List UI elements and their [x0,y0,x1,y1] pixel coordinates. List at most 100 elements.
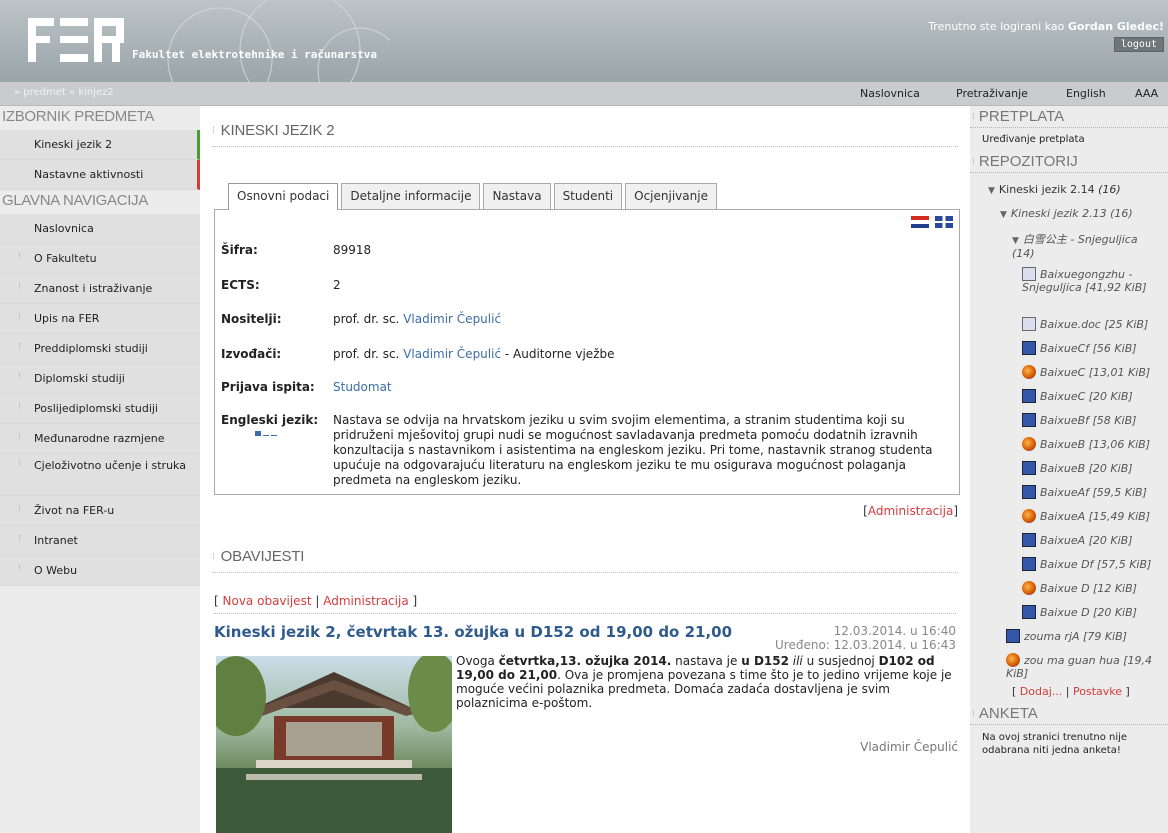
repo-root-label: Kineski jezik 2.14 [998,183,1095,196]
news-date: 12.03.2014. u 16:40 [833,624,956,638]
file-item[interactable]: BaixueC [20 KiB] [1022,389,1133,403]
file-name: BaixueCf [56 KiB] [1040,342,1137,355]
tab-osnovni-podaci[interactable]: Osnovni podaci [228,183,339,210]
breadcrumb[interactable]: » predmet » kinjez2 [14,87,114,98]
file-item[interactable]: BaixueB [13,06 KiB] [1022,437,1150,451]
sidebar-item-kineski-jezik-2[interactable]: Kineski jezik 2 [0,130,200,160]
file-item[interactable]: BaixueCf [56 KiB] [1022,341,1137,355]
chevron-right-icon: ⁝ [18,564,21,574]
file-item[interactable]: BaixueA [20 KiB] [1022,533,1133,547]
nav-pretrazivanje[interactable]: Pretraživanje [956,87,1028,100]
sidebar-item-upis[interactable]: ⁝ Upis na FER [0,304,200,334]
nav-font-size[interactable]: AAA [1135,87,1158,100]
file-name: Baixue Df [57,5 KiB] [1040,558,1152,571]
nav-english[interactable]: English [1066,87,1106,100]
field-label: Šifra: [221,243,258,257]
file-item[interactable]: Baixue.doc [25 KiB] [1022,317,1148,331]
tab-studenti[interactable]: Studenti [553,183,623,209]
tab-detaljne-informacije[interactable]: Detaljne informacije [341,183,481,209]
news-text-bold: u D152 [741,654,789,668]
sidebar-item-razmjene[interactable]: ⁝ Međunarodne razmjene [0,424,200,454]
file-name: BaixueBf [58 KiB] [1040,414,1137,427]
file-item[interactable]: BaixueC [13,01 KiB] [1022,365,1150,379]
file-name: BaixueC [20 KiB] [1040,390,1133,403]
sidebar-item-label: Život na FER-u [34,504,115,517]
file-name: Baixue.doc [25 KiB] [1040,318,1149,331]
nav-naslovnica[interactable]: Naslovnica [860,87,920,100]
english-indicator-icon [255,431,283,436]
word-icon [1022,605,1036,619]
file-item[interactable]: BaixueB [20 KiB] [1022,461,1133,475]
sidebar-item-intranet[interactable]: ⁝ Intranet [0,526,200,556]
sidebar-item-naslovnica[interactable]: Naslovnica [0,214,200,244]
word-icon [1022,485,1036,499]
postavke-link[interactable]: Postavke [1073,685,1122,698]
croatian-flag-icon[interactable] [911,215,930,228]
file-item[interactable]: zou ma guan hua [19,4 KiB] [1006,653,1166,680]
field-label: Engleski jezik: [221,413,319,427]
sidebar-item-znanost[interactable]: ⁝ Znanost i istraživanje [0,274,200,304]
news-author: Vladimir Čepulić [860,740,958,754]
studomat-link[interactable]: Studomat [333,380,392,394]
dodaj-link[interactable]: Dodaj... [1020,685,1062,698]
sidebar-item-zivot[interactable]: ⁝ Život na FER-u [0,496,200,526]
nova-obavijest-link[interactable]: Nova obavijest [223,594,312,608]
word-icon [1006,629,1020,643]
uredivanje-pretplata-link[interactable]: Uređivanje pretplata [970,128,1168,151]
word-icon [1022,533,1036,547]
uk-flag-icon[interactable] [935,215,953,228]
sidebar-item-diplomski[interactable]: ⁝ Diplomski studiji [0,364,200,394]
word-icon [1022,413,1036,427]
news-administracija-link[interactable]: Administracija [323,594,408,608]
course-menu-title: IZBORNIK PREDMETA [2,108,155,125]
sidebar-item-o-fakultetu[interactable]: ⁝ O Fakultetu [0,244,200,274]
repo-sub[interactable]: ▼ Kineski jezik 2.13 (16) [1000,207,1133,220]
tab-ocjenjivanje[interactable]: Ocjenjivanje [625,183,717,209]
pretplata-title-text: PRETPLATA [978,108,1065,125]
file-item[interactable]: Baixue Df [57,5 KiB] [1022,557,1151,571]
repo-folder[interactable]: ▼ 白雪公主 - Snjeguljica (14) [1012,231,1162,260]
course-title-text: KINESKI JEZIK 2 [220,122,335,139]
field-label: Nositelji: [221,312,282,326]
field-value: prof. dr. sc. Vladimir Čepulić - Auditor… [333,347,615,361]
sidebar-item-label: Cjeloživotno učenje i struka [34,459,186,472]
file-item[interactable]: zouma rjA [79 KiB] [1006,629,1127,643]
sidebar-item-label: O Fakultetu [34,252,97,265]
file-item[interactable]: Baixuegongzhu - Snjeguljica [41,92 KiB] [1022,267,1164,294]
teacher-link[interactable]: Vladimir Čepulić [403,312,501,326]
pretplata-title: ⁝ PRETPLATA [970,106,1168,128]
firefox-icon [1022,365,1036,379]
news-text: nastava je [671,654,742,668]
repository-tree: ▼ Kineski jezik 2.14 (16) ▼ Kineski jezik … [970,173,1168,703]
sidebar-item-label: Kineski jezik 2 [34,138,113,151]
file-item[interactable]: BaixueBf [58 KiB] [1022,413,1136,427]
administracija-label: Administracija [867,504,954,518]
fer-logo[interactable] [28,18,128,62]
logout-button[interactable]: logout [1113,37,1164,52]
sidebar-item-o-webu[interactable]: ⁝ O Webu [0,556,200,586]
chevron-right-icon: ⁝ [18,342,21,352]
teacher-link[interactable]: Vladimir Čepulić [403,347,501,361]
news-title[interactable]: Kineski jezik 2, četvrtak 13. ožujka u D… [214,623,732,641]
file-item[interactable]: Baixue D [20 KiB] [1022,605,1137,619]
sidebar-item-poslijediplomski[interactable]: ⁝ Poslijediplomski studiji [0,394,200,424]
title-prefix: prof. dr. sc. [333,312,400,326]
news-image [216,656,452,833]
repo-root[interactable]: ▼ Kineski jezik 2.14 (16) [988,183,1121,196]
logo-subtitle: Fakultet elektrotehnike i računarstva [132,48,378,61]
english-description: Nastava se odvija na hrvatskom jeziku u … [333,413,933,487]
tab-nastava[interactable]: Nastava [483,183,551,209]
file-item[interactable]: BaixueA [15,49 KiB] [1022,509,1150,523]
sidebar-item-cjelozivotno[interactable]: ⁝ Cjeloživotno učenje i struka [0,454,200,496]
section-marker-icon: ⁝ [972,156,975,166]
sidebar-item-nastavne-aktivnosti[interactable]: Nastavne aktivnosti [0,160,200,190]
administracija-link[interactable]: [Administracija] [863,504,958,518]
login-prefix: Trenutno ste logirani kao [928,20,1065,33]
login-status: Trenutno ste logirani kao Gordan Gledec!… [928,20,1164,52]
course-info-panel: Šifra: 89918 ECTS: 2 Nositelji: prof. dr… [214,209,960,495]
sidebar-item-preddiplomski[interactable]: ⁝ Preddiplomski studiji [0,334,200,364]
word-icon [1022,557,1036,571]
file-item[interactable]: Baixue D [12 KiB] [1022,581,1137,595]
file-item[interactable]: BaixueAf [59,5 KiB] [1022,485,1147,499]
section-marker-icon: ⁝ [212,125,215,135]
